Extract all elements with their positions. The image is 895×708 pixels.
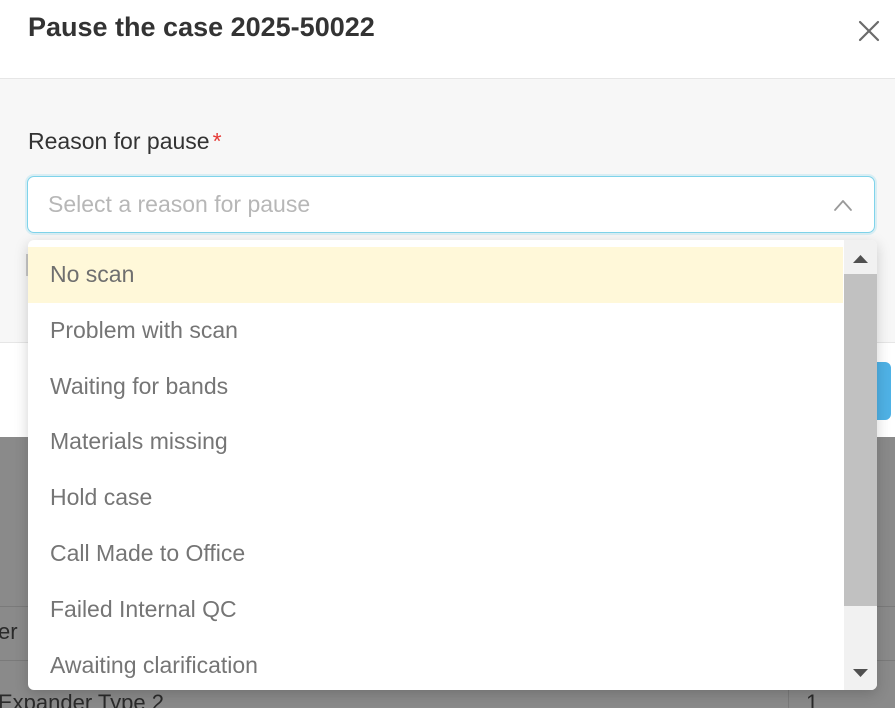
- reason-select[interactable]: Select a reason for pause: [27, 176, 875, 233]
- background-column-header: er: [0, 619, 18, 644]
- reason-dropdown-menu: No scan Problem with scan Waiting for ba…: [28, 240, 877, 690]
- dropdown-option[interactable]: Call Made to Office: [28, 526, 843, 582]
- reason-label-text: Reason for pause: [28, 128, 210, 154]
- dropdown-option[interactable]: Waiting for bands: [28, 359, 843, 415]
- scrollbar-thumb[interactable]: [844, 274, 877, 606]
- close-x-icon: [858, 20, 880, 42]
- dialog-header: Pause the case 2025-50022: [0, 0, 895, 79]
- background-row-count: 1: [806, 690, 819, 708]
- reason-select-placeholder: Select a reason for pause: [48, 191, 311, 217]
- chevron-up-icon: [834, 200, 852, 211]
- background-row-name: Expander Type 2: [0, 690, 164, 708]
- dropdown-option[interactable]: Materials missing: [28, 414, 843, 470]
- dialog-title: Pause the case 2025-50022: [28, 12, 375, 42]
- dropdown-option[interactable]: Failed Internal QC: [28, 582, 843, 638]
- required-asterisk: *: [212, 128, 222, 154]
- dropdown-scrollbar[interactable]: [844, 240, 877, 690]
- dropdown-option[interactable]: Hold case: [28, 470, 843, 526]
- close-button[interactable]: [852, 14, 886, 48]
- triangle-up-icon[interactable]: [844, 248, 877, 270]
- dropdown-option[interactable]: Problem with scan: [28, 303, 843, 359]
- dropdown-option[interactable]: Awaiting clarification: [28, 638, 843, 690]
- dropdown-option[interactable]: No scan: [28, 247, 843, 303]
- triangle-down-icon[interactable]: [844, 662, 877, 684]
- reason-option-list: No scan Problem with scan Waiting for ba…: [28, 247, 843, 690]
- reason-field-label: Reason for pause *: [28, 128, 222, 155]
